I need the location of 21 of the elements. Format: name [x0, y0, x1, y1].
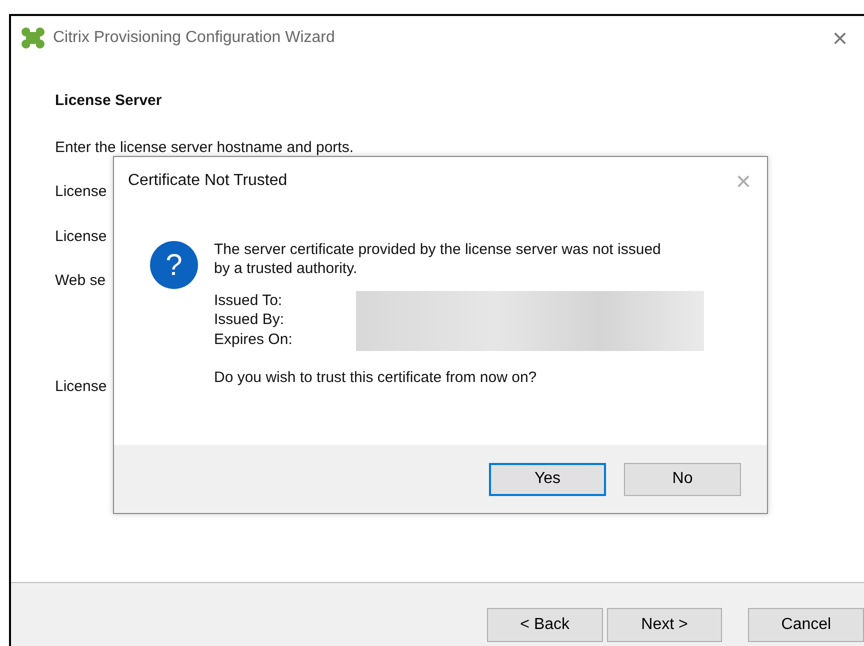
back-button[interactable]: < Back [487, 608, 603, 642]
field-label: License [55, 226, 107, 246]
next-button[interactable]: Next > [606, 608, 722, 642]
dialog-title: Certificate Not Trusted [128, 171, 288, 191]
field-label: License [55, 377, 107, 397]
app-logo-icon [21, 27, 45, 49]
field-label: Issued To: [214, 290, 284, 310]
dialog-question: Do you wish to trust this certificate from now on? [214, 368, 538, 388]
dialog-message: The server certificate provided by the license server was not issued by a trusted authority. [214, 241, 662, 278]
dialog-button[interactable]: No [624, 462, 741, 496]
field-label: License [55, 182, 107, 202]
instruction-text: Enter the license server hostname and ports. [55, 138, 354, 158]
window-title: Citrix Provisioning Configuration Wizard [53, 28, 335, 48]
field-label: Web se [55, 271, 106, 291]
cancel-button[interactable]: Cancel [748, 608, 864, 642]
close-button[interactable]: × [830, 25, 850, 51]
dialog-button[interactable]: Yes [489, 462, 606, 496]
field-label: Issued By: [214, 310, 286, 330]
question-icon: ? [150, 241, 198, 289]
field-label: Expires On: [214, 330, 292, 349]
page-heading: License Server [55, 91, 163, 111]
